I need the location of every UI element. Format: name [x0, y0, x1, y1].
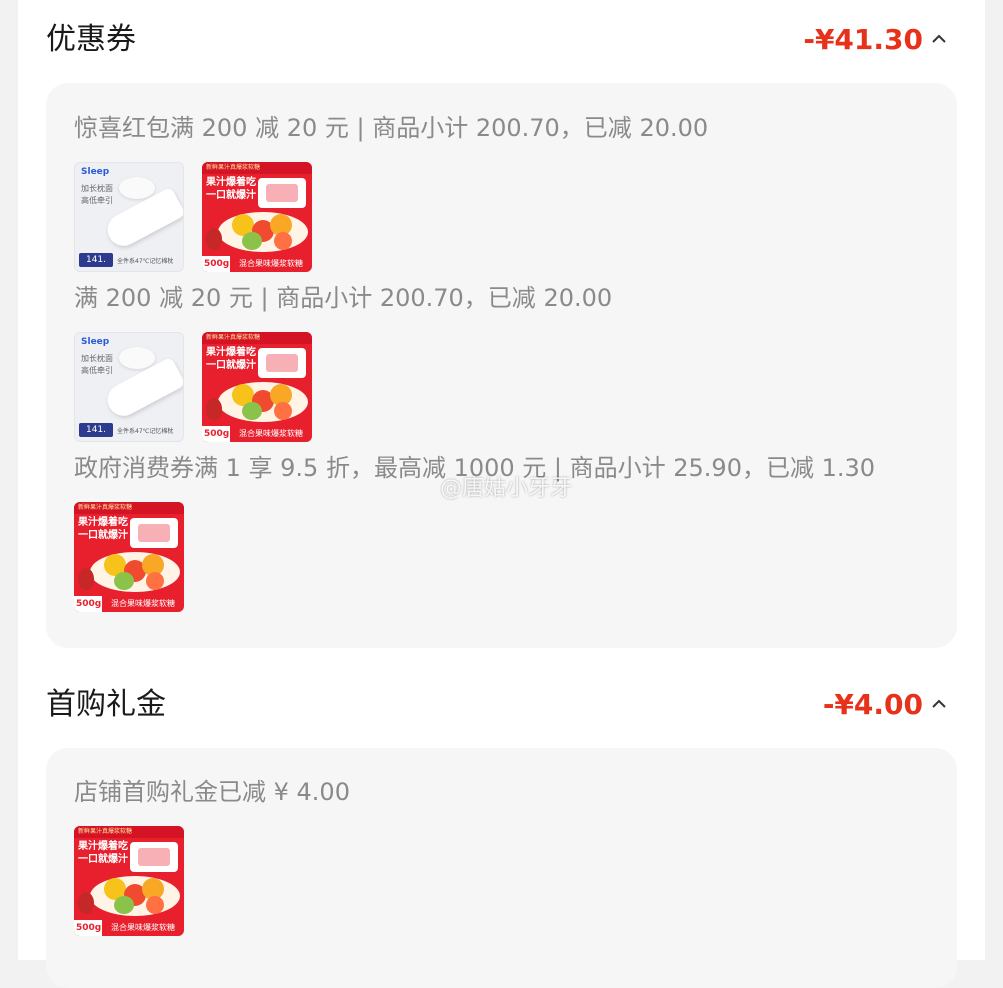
- first-purchase-section-title: 首购礼金: [46, 687, 166, 722]
- pillow-tag: 加长枕面 高低牵引: [81, 184, 113, 205]
- pillow-brand: Sleep: [81, 167, 110, 177]
- coupon-card: 惊喜红包满 200 减 20 元 | 商品小计 200.70，已减 20.00 …: [46, 83, 957, 648]
- product-thumb-candy[interactable]: 新鲜果汁真爆浆软糖 果汁爆着吃 一口就爆汁 500g 混合果味爆浆软糖: [74, 502, 184, 612]
- pillow-price: 141.: [79, 253, 113, 267]
- candy-weight: 500g: [204, 259, 230, 269]
- candy-headline: 果汁爆着吃 一口就爆汁: [78, 517, 128, 541]
- coupon-line: 惊喜红包满 200 减 20 元 | 商品小计 200.70，已减 20.00: [74, 114, 709, 142]
- pillow-price: 141.: [79, 423, 113, 437]
- pillow-brand: Sleep: [81, 337, 110, 347]
- chevron-up-icon[interactable]: [929, 29, 949, 49]
- coupon-total-amount: -¥41.30: [803, 23, 923, 56]
- candy-name: 混合果味爆浆软糖: [230, 256, 312, 272]
- candy-weight: 500g: [76, 599, 102, 609]
- candy-headline: 果汁爆着吃 一口就爆汁: [206, 347, 256, 371]
- product-thumb-candy[interactable]: 新鲜果汁真爆浆软糖 果汁爆着吃 一口就爆汁 500g 混合果味爆浆软糖: [74, 826, 184, 936]
- first-purchase-amount: -¥4.00: [822, 688, 923, 721]
- product-thumb-pillow[interactable]: Sleep 加长枕面 高低牵引 141. 全件系47℃记忆棉枕: [74, 332, 184, 442]
- pillow-tag: 加长枕面 高低牵引: [81, 354, 113, 375]
- pillow-footer: 全件系47℃记忆棉枕: [117, 428, 174, 435]
- first-purchase-section-header[interactable]: 首购礼金 -¥4.00: [46, 680, 957, 730]
- candy-top: 新鲜果汁真爆浆软糖: [202, 332, 312, 344]
- candy-weight: 500g: [204, 429, 230, 439]
- candy-name: 混合果味爆浆软糖: [230, 426, 312, 442]
- candy-name: 混合果味爆浆软糖: [102, 920, 184, 936]
- first-purchase-card: 店铺首购礼金已减 ¥ 4.00 新鲜果汁真爆浆软糖 果汁爆着吃 一口就爆汁 50…: [46, 748, 957, 988]
- product-thumb-candy[interactable]: 新鲜果汁真爆浆软糖 果汁爆着吃 一口就爆汁 500g 混合果味爆浆软糖: [202, 332, 312, 442]
- product-thumb-candy[interactable]: 新鲜果汁真爆浆软糖 果汁爆着吃 一口就爆汁 500g 混合果味爆浆软糖: [202, 162, 312, 272]
- candy-weight: 500g: [76, 923, 102, 933]
- candy-top: 新鲜果汁真爆浆软糖: [74, 826, 184, 838]
- candy-headline: 果汁爆着吃 一口就爆汁: [206, 177, 256, 201]
- coupon-section-title: 优惠券: [46, 22, 136, 57]
- candy-headline: 果汁爆着吃 一口就爆汁: [78, 841, 128, 865]
- chevron-up-icon[interactable]: [929, 694, 949, 714]
- first-purchase-line: 店铺首购礼金已减 ¥ 4.00: [74, 778, 350, 806]
- watermark: @唐姑小牙牙: [440, 476, 573, 501]
- coupon-line: 满 200 减 20 元 | 商品小计 200.70，已减 20.00: [74, 284, 613, 312]
- candy-top: 新鲜果汁真爆浆软糖: [74, 502, 184, 514]
- coupon-section-header[interactable]: 优惠券 -¥41.30: [46, 15, 957, 65]
- product-thumb-pillow[interactable]: Sleep 加长枕面 高低牵引 141. 全件系47℃记忆棉枕: [74, 162, 184, 272]
- candy-top: 新鲜果汁真爆浆软糖: [202, 162, 312, 174]
- pillow-footer: 全件系47℃记忆棉枕: [117, 258, 174, 265]
- candy-name: 混合果味爆浆软糖: [102, 596, 184, 612]
